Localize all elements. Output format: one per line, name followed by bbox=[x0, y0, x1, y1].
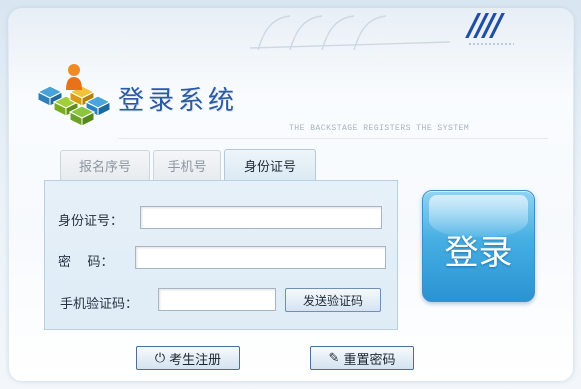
decorative-strokes bbox=[250, 15, 451, 51]
header-divider bbox=[118, 138, 548, 139]
power-icon: ⏻ bbox=[154, 350, 166, 366]
login-button-label: 登录 bbox=[444, 233, 513, 273]
edit-icon: ✎ bbox=[328, 350, 340, 366]
tab-id-number[interactable]: 身份证号 bbox=[224, 149, 316, 181]
sms-code-input[interactable] bbox=[158, 288, 276, 311]
password-input[interactable] bbox=[135, 246, 386, 269]
password-label: 密 码： bbox=[58, 255, 114, 270]
decorative-slashes: //// bbox=[468, 8, 503, 43]
tab-phone-number[interactable]: 手机号 bbox=[153, 150, 221, 180]
sms-code-label: 手机验证码： bbox=[60, 297, 139, 312]
page-subtitle: THE BACKSTAGE REGISTERS THE SYSTEM bbox=[289, 124, 470, 133]
id-number-label: 身份证号： bbox=[58, 214, 124, 229]
login-button[interactable]: 登录 bbox=[422, 190, 535, 302]
page-title: 登录系统 bbox=[118, 86, 239, 116]
reset-password-button[interactable]: ✎ 重置密码 bbox=[310, 346, 414, 370]
id-number-input[interactable] bbox=[140, 206, 382, 229]
send-code-button[interactable]: 发送验证码 bbox=[285, 288, 381, 312]
register-button-label: 考生注册 bbox=[169, 352, 222, 368]
reset-password-button-label: 重置密码 bbox=[343, 352, 396, 368]
cubes-person-logo-icon bbox=[36, 64, 112, 127]
register-button[interactable]: ⏻ 考生注册 bbox=[136, 346, 240, 370]
decorative-dots bbox=[468, 42, 514, 46]
tab-registration-number[interactable]: 报名序号 bbox=[60, 150, 150, 180]
